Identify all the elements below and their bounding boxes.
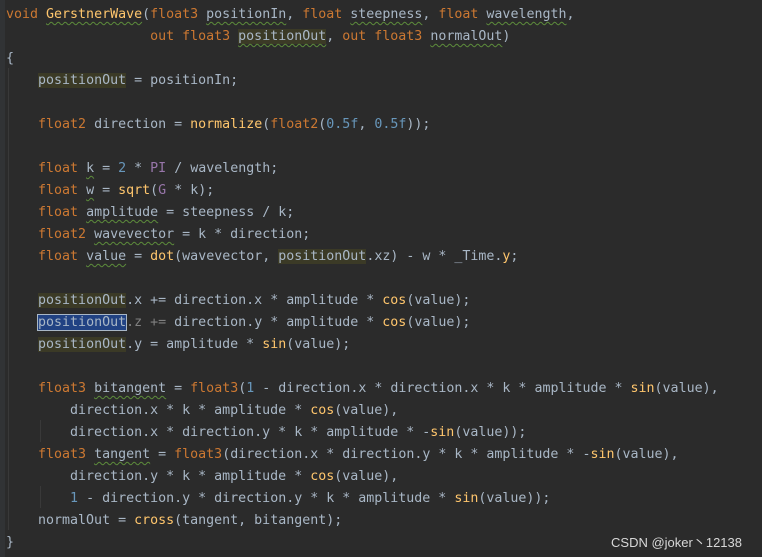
code-line-24[interactable]: normalOut = cross(tangent, bitangent); <box>6 510 342 532</box>
code-editor[interactable]: void GerstnerWave(float3 positionIn, flo… <box>0 0 762 557</box>
code-line-21[interactable]: float3 tangent = float3(direction.x * di… <box>6 444 679 466</box>
code-line-1[interactable]: void GerstnerWave(float3 positionIn, flo… <box>6 4 575 26</box>
code-line-22[interactable]: direction.y * k * amplitude * cos(value)… <box>6 466 398 488</box>
editor-gutter <box>0 0 5 557</box>
code-line-20[interactable]: direction.x * direction.y * k * amplitud… <box>6 422 526 444</box>
code-line-16[interactable]: positionOut.y = amplitude * sin(value); <box>6 334 350 356</box>
code-line-8[interactable]: float k = 2 * PI / wavelength; <box>6 158 278 180</box>
code-line-15[interactable]: positionOut.z += direction.y * amplitude… <box>6 312 470 334</box>
code-line-23[interactable]: 1 - direction.y * direction.y * k * ampl… <box>6 488 550 510</box>
code-line-18[interactable]: float3 bitangent = float3(1 - direction.… <box>6 378 719 400</box>
code-line-11[interactable]: float2 wavevector = k * direction; <box>6 224 310 246</box>
function-name: GerstnerWave <box>46 7 143 22</box>
code-line-25[interactable]: } <box>6 532 14 554</box>
code-line-19[interactable]: direction.x * k * amplitude * cos(value)… <box>6 400 398 422</box>
code-line-14[interactable]: positionOut.x += direction.x * amplitude… <box>6 290 470 312</box>
code-line-9[interactable]: float w = sqrt(G * k); <box>6 180 214 202</box>
code-line-4[interactable]: positionOut = positionIn; <box>6 70 238 92</box>
code-line-12[interactable]: float value = dot(wavevector, positionOu… <box>6 246 518 268</box>
watermark-text: CSDN @joker丶12138 <box>611 535 742 550</box>
code-line-3[interactable]: { <box>6 48 14 70</box>
code-line-2[interactable]: out float3 positionOut, out float3 norma… <box>6 26 510 48</box>
code-line-6[interactable]: float2 direction = normalize(float2(0.5f… <box>6 114 430 136</box>
code-line-10[interactable]: float amplitude = steepness / k; <box>6 202 294 224</box>
